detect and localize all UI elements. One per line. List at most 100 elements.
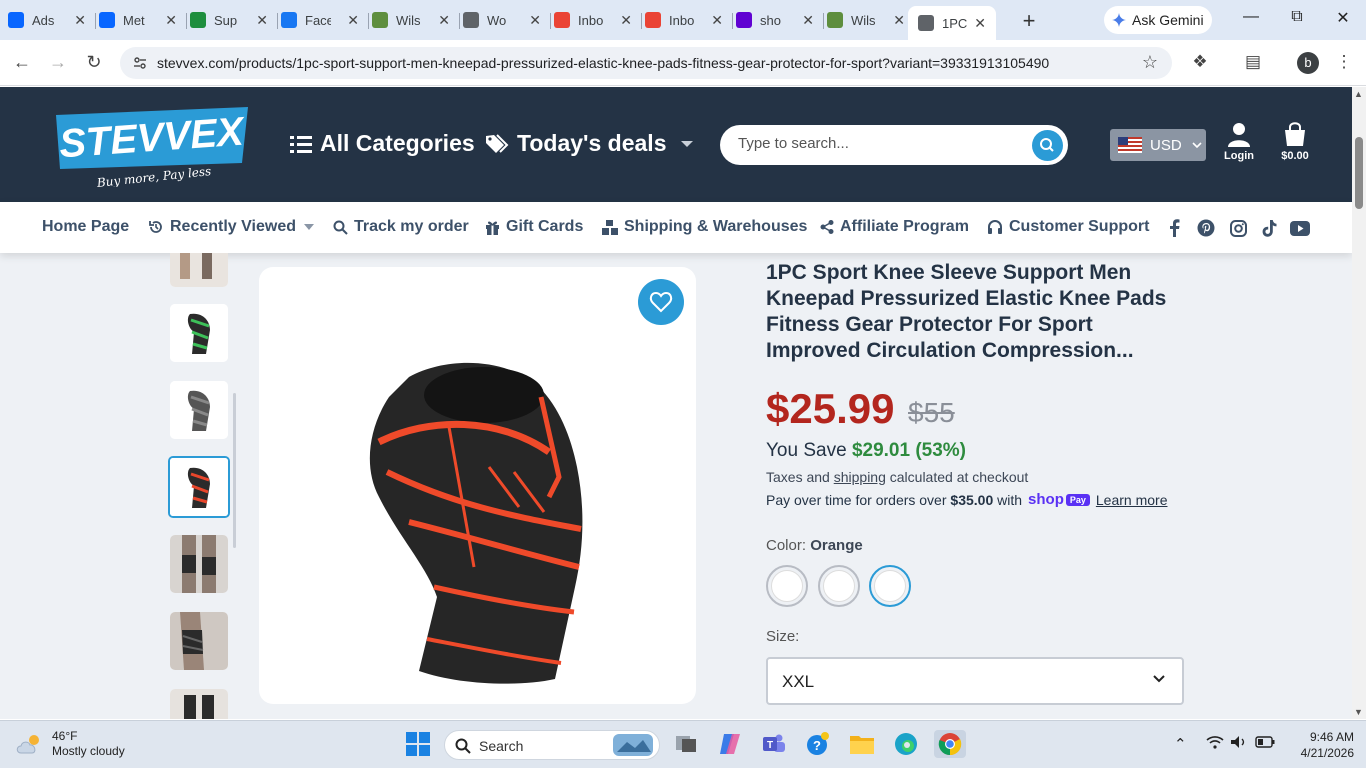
scrollbar-thumb[interactable] [1355,137,1363,209]
currency-selector[interactable]: USD [1110,129,1206,161]
pinterest-icon[interactable] [1196,218,1216,238]
nav-home-page[interactable]: Home Page [42,218,129,236]
facebook-icon[interactable] [1164,218,1184,238]
browser-tab[interactable]: 1PC ✕ [908,6,996,40]
battery-icon[interactable] [1255,735,1275,752]
close-tab-icon[interactable]: ✕ [620,12,632,29]
file-explorer-icon[interactable] [848,730,876,758]
product-thumbnail-selected[interactable] [168,456,230,518]
edge-icon[interactable] [892,730,920,758]
shopify-icon [827,12,843,28]
search-input[interactable] [738,135,1028,152]
nav-recently-viewed[interactable]: Recently Viewed [148,218,314,236]
browser-tab[interactable]: Ads ✕ [8,6,90,34]
wifi-icon[interactable] [1206,735,1224,753]
color-swatch-selected[interactable] [869,565,911,607]
address-bar[interactable]: stevvex.com/products/1pc-sport-support-m… [120,47,1172,79]
product-thumbnail[interactable] [170,253,228,287]
close-tab-icon[interactable]: ✕ [256,12,268,29]
reload-button[interactable]: ↻ [83,52,105,73]
tax-suffix: calculated at checkout [889,469,1029,485]
help-icon[interactable]: ? [804,730,832,758]
extensions-icon[interactable]: ❖ [1189,52,1211,72]
search-icon [333,220,348,235]
thumbnail-scrollbar[interactable] [233,393,236,548]
task-view-icon[interactable] [672,730,700,758]
product-thumbnail[interactable] [170,689,228,719]
close-tab-icon[interactable]: ✕ [974,15,986,32]
weather-widget[interactable]: 46°F Mostly cloudy [16,729,125,759]
profile-avatar[interactable]: b [1297,52,1319,74]
close-tab-icon[interactable]: ✕ [165,12,177,29]
nav-track-order[interactable]: Track my order [333,218,469,236]
nav-gift-cards[interactable]: Gift Cards [485,218,583,236]
login-button[interactable]: Login [1222,121,1256,162]
browser-tab[interactable]: Face ✕ [281,6,363,34]
browser-tab[interactable]: Wils ✕ [372,6,454,34]
close-tab-icon[interactable]: ✕ [347,12,359,29]
system-clock[interactable]: 9:46 AM 4/21/2026 [1284,729,1354,761]
scroll-down-icon[interactable]: ▼ [1354,707,1363,717]
product-thumbnail[interactable] [170,612,228,670]
site-info-icon[interactable] [132,55,148,71]
chrome-icon[interactable] [934,730,966,758]
product-main-image[interactable] [259,267,696,704]
close-tab-icon[interactable]: ✕ [893,12,905,29]
page-scrollbar[interactable]: ▲ ▼ [1352,87,1366,719]
nav-affiliate[interactable]: Affiliate Program [820,218,969,236]
browser-tab[interactable]: Wils ✕ [827,6,909,34]
product-thumbnail[interactable] [170,304,228,362]
ask-gemini-button[interactable]: Ask Gemini [1104,6,1212,34]
close-tab-icon[interactable]: ✕ [438,12,450,29]
browser-tab[interactable]: Wo ✕ [463,6,545,34]
scroll-up-icon[interactable]: ▲ [1354,89,1363,99]
start-button[interactable] [404,730,432,758]
menu-icon[interactable]: ⋮ [1333,52,1355,72]
pay-over-amount: $35.00 [950,491,994,508]
color-swatch[interactable] [818,565,860,607]
close-tab-icon[interactable]: ✕ [711,12,723,29]
nav-customer-support[interactable]: Customer Support [987,218,1149,236]
browser-tab[interactable]: Met ✕ [99,6,181,34]
volume-icon[interactable] [1230,735,1248,753]
tab-search-icon[interactable]: ▤ [1242,52,1264,72]
back-button[interactable]: ← [11,52,33,73]
browser-tab[interactable]: Sup ✕ [190,6,272,34]
wishlist-button[interactable] [638,279,684,325]
copilot-icon[interactable] [716,730,744,758]
close-tab-icon[interactable]: ✕ [529,12,541,29]
youtube-icon[interactable] [1290,218,1310,238]
shipping-link[interactable]: shipping [834,469,886,485]
learn-more-link[interactable]: Learn more [1096,492,1168,508]
new-tab-button[interactable]: + [1018,8,1040,34]
show-hidden-icons[interactable]: ⌃ [1174,735,1187,753]
all-categories-menu[interactable]: All Categories [290,130,475,157]
browser-tab[interactable]: Inbo ✕ [645,6,727,34]
color-swatch[interactable] [766,565,808,607]
product-thumbnail[interactable] [170,535,228,593]
close-window-button[interactable]: ✕ [1328,8,1358,28]
stevvex-logo[interactable]: STEVVEX Buy more, Pay less [54,107,250,187]
search-button[interactable] [1032,130,1063,161]
close-tab-icon[interactable]: ✕ [74,12,86,29]
tab-title: Wils [396,12,421,28]
browser-tab[interactable]: sho ✕ [736,6,818,34]
tax-prefix: Taxes and [766,469,830,485]
todays-deals-menu[interactable]: Today's deals [486,130,693,157]
size-select[interactable]: XXL [766,657,1184,705]
instagram-icon[interactable] [1228,218,1248,238]
teams-icon[interactable]: T [760,730,788,758]
product-thumbnail[interactable] [170,381,228,439]
browser-tab[interactable]: Inbo ✕ [554,6,636,34]
clock-date: 4/21/2026 [1300,746,1354,760]
forward-button[interactable]: → [47,52,69,73]
url-text[interactable]: stevvex.com/products/1pc-sport-support-m… [157,55,1049,71]
close-tab-icon[interactable]: ✕ [802,12,814,29]
minimize-button[interactable]: — [1236,8,1266,26]
cart-button[interactable]: $0.00 [1276,121,1314,162]
nav-shipping[interactable]: Shipping & Warehouses [602,218,807,236]
tiktok-icon[interactable] [1259,218,1279,238]
taskbar-search[interactable]: Search [444,730,660,760]
restore-button[interactable]: ⧉ [1282,8,1312,26]
bookmark-star-icon[interactable]: ☆ [1142,52,1158,73]
